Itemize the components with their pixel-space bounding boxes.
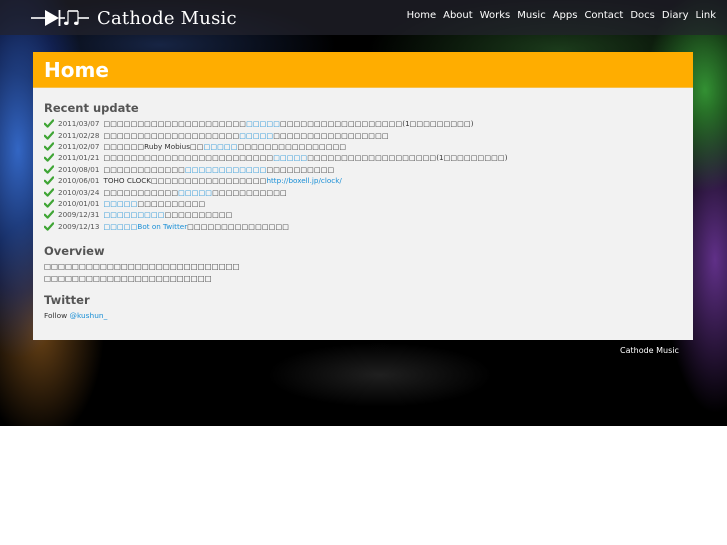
- update-text: □□□□□□□□□□□: [103, 187, 179, 197]
- check-icon: [44, 130, 54, 140]
- update-link[interactable]: □□□□□Bot on Twitter: [103, 222, 187, 231]
- update-link[interactable]: □□□□□: [204, 142, 238, 151]
- update-link[interactable]: http://boxell.jp/clock/: [266, 176, 341, 185]
- update-date: 2010/01/01: [58, 198, 100, 208]
- main-content: Recent update 2011/03/07 □□□□□□□□□□□□□□□□…: [33, 88, 693, 320]
- nav-diary[interactable]: Diary: [662, 10, 689, 21]
- update-date: 2011/03/07: [58, 119, 100, 129]
- check-icon: [44, 210, 54, 220]
- overview-line: □□□□□□□□□□□□□□□□□□□□□□□□□□□□: [44, 261, 240, 271]
- update-text: □□□□□□□□□□□□: [103, 164, 185, 174]
- nav-contact[interactable]: Contact: [584, 10, 623, 21]
- update-date: 2010/08/01: [58, 164, 100, 174]
- update-text: □□□□□□□□□□□□□□□□: [237, 141, 347, 151]
- update-date: 2009/12/31: [58, 210, 100, 220]
- check-icon: [44, 222, 54, 231]
- check-icon: [44, 153, 54, 163]
- update-text: □□□□□□□□□□□□□□□□□□□□□□□□□: [103, 153, 274, 163]
- update-text: □□□□□□□□□□□: [212, 187, 287, 197]
- check-icon: [44, 119, 54, 128]
- nav-docs[interactable]: Docs: [630, 10, 655, 21]
- update-link[interactable]: □□□□□: [178, 188, 212, 197]
- update-link[interactable]: □□□□□: [246, 119, 280, 128]
- list-item: 2011/02/28 □□□□□□□□□□□□□□□□□□□□ □□□□□ □□□□□…: [44, 129, 682, 140]
- check-icon: [44, 165, 54, 174]
- nav-home[interactable]: Home: [407, 10, 437, 21]
- update-date: 2011/02/07: [58, 141, 100, 151]
- main-panel: Home Recent update 2011/03/07 □□□□□□□□□□□…: [33, 52, 693, 340]
- update-link[interactable]: □□□□□: [103, 199, 137, 208]
- nav-link[interactable]: Link: [696, 10, 716, 21]
- list-item: 2010/08/01 □□□□□□□□□□□□ □□□□□□□□□□□□ □□□□□□…: [44, 164, 682, 175]
- twitter-handle-link[interactable]: @kushun_: [70, 311, 108, 320]
- update-date: 2010/06/01: [58, 176, 100, 186]
- overview-heading: Overview: [44, 243, 105, 258]
- page-header: Home: [33, 52, 693, 88]
- recent-update-heading: Recent update: [44, 101, 139, 115]
- overview-text: □□□□□□□□□□□□□□□□□□□□□□□□□□□□ □□□□□□□□□□□…: [44, 261, 682, 285]
- list-item: 2010/06/01 TOHO CLOCK□□□□□□□□□□□□□□□□□ ht…: [44, 175, 682, 186]
- twitter-heading: Twitter: [44, 292, 90, 307]
- page-title: Home: [44, 57, 109, 82]
- check-icon: [44, 142, 54, 151]
- update-text: □□□□□□□□□□□□□□□□□□□(1□□□□□□□□□): [307, 153, 508, 163]
- update-text: □□□□□□□□□□□□□□□□□□(1□□□□□□□□□): [280, 119, 474, 129]
- update-text: □□□□□□□□□□□□□□□□□□□□□: [103, 119, 247, 129]
- recent-update-list: 2011/03/07 □□□□□□□□□□□□□□□□□□□□□ □□□□□ □□□□…: [44, 118, 682, 232]
- list-item: 2010/01/01 □□□□□ □□□□□□□□□□: [44, 198, 682, 209]
- update-text: TOHO CLOCK□□□□□□□□□□□□□□□□□: [103, 176, 267, 186]
- check-icon: [44, 187, 54, 197]
- list-item: 2011/02/07 □□□□□□Ruby Mobius□□ □□□□□ □□□□□□…: [44, 141, 682, 152]
- nav-works[interactable]: Works: [480, 10, 511, 21]
- list-item: 2010/03/24 □□□□□□□□□□□ □□□□□ □□□□□□□□□□□: [44, 186, 682, 197]
- update-text: □□□□□□□□□□: [266, 164, 335, 174]
- update-date: 2011/01/21: [58, 153, 100, 163]
- list-item: 2011/01/21 □□□□□□□□□□□□□□□□□□□□□□□□□ □□□□□…: [44, 152, 682, 163]
- nav-apps[interactable]: Apps: [553, 10, 578, 21]
- update-date: 2011/02/28: [58, 130, 100, 140]
- main-nav: Home About Works Music Apps Contact Docs…: [400, 10, 716, 21]
- update-date: 2009/12/13: [58, 221, 100, 231]
- update-link[interactable]: □□□□□: [273, 153, 307, 162]
- site-name: Cathode Music: [97, 7, 237, 29]
- check-icon: [44, 176, 54, 185]
- list-item: 2011/03/07 □□□□□□□□□□□□□□□□□□□□□ □□□□□ □□□□…: [44, 118, 682, 129]
- update-text: □□□□□□□□□□□□□□□□□□□□: [103, 130, 240, 140]
- nav-about[interactable]: About: [443, 10, 473, 21]
- update-link[interactable]: □□□□□□□□□□□□: [185, 165, 267, 174]
- update-text: □□□□□□Ruby Mobius□□: [103, 141, 204, 151]
- update-text: □□□□□□□□□□: [137, 198, 206, 208]
- nav-music[interactable]: Music: [517, 10, 545, 21]
- update-link[interactable]: □□□□□□□□□: [103, 210, 164, 219]
- list-item: 2009/12/31 □□□□□□□□□ □□□□□□□□□□: [44, 209, 682, 220]
- site-logo[interactable]: Cathode Music: [31, 6, 237, 30]
- update-link[interactable]: □□□□□: [239, 131, 273, 140]
- twitter-follow: Follow @kushun_: [44, 311, 682, 320]
- follow-label: Follow: [44, 310, 68, 320]
- footer-text: Cathode Music: [620, 346, 679, 355]
- update-text: □□□□□□□□□□: [164, 210, 233, 220]
- diode-music-note-icon: [31, 7, 89, 29]
- list-item: 2009/12/13 □□□□□Bot on Twitter □□□□□□□□□□□…: [44, 221, 682, 232]
- update-date: 2010/03/24: [58, 187, 100, 197]
- top-navigation-bar: Cathode Music Home About Works Music App…: [0, 0, 727, 35]
- update-text: □□□□□□□□□□□□□□□: [187, 221, 290, 231]
- update-text: □□□□□□□□□□□□□□□□□: [273, 130, 389, 140]
- check-icon: [44, 199, 54, 208]
- overview-line: □□□□□□□□□□□□□□□□□□□□□□□□: [44, 273, 212, 283]
